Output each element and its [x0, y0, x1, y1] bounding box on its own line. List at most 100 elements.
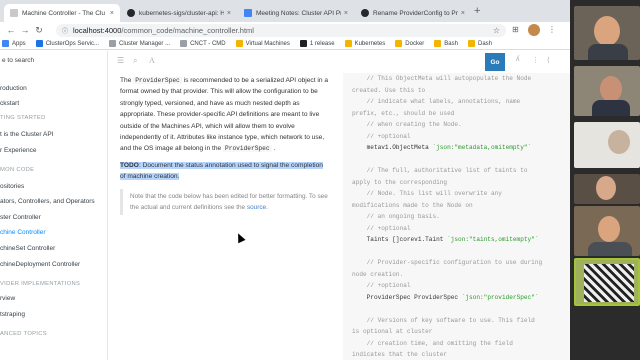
code-comment: // an ongoing basis.	[352, 213, 440, 220]
code-line: node creation.	[352, 269, 570, 281]
bookmark-item[interactable]: Cluster Manager ...	[109, 40, 170, 47]
search-input[interactable]: e to search	[0, 57, 108, 71]
video-tile-2[interactable]	[574, 66, 640, 116]
reload-icon[interactable]: ↻	[32, 22, 46, 38]
code-line: // Versions of key software to use. This…	[352, 315, 570, 327]
twitter-icon[interactable]: ʎ	[516, 56, 520, 63]
sidebar-item[interactable]: r Experience	[0, 147, 108, 154]
plus-icon[interactable]: +	[474, 6, 480, 17]
sidebar-item[interactable]: tstraping	[0, 311, 108, 318]
participant-face	[598, 216, 620, 242]
menu-icon[interactable]: ☰	[117, 56, 124, 65]
kebab-menu-icon[interactable]: ⋮	[548, 22, 556, 38]
bookmark-label: Kubernetes	[354, 40, 386, 47]
video-tile-1[interactable]	[574, 6, 640, 60]
code-comment: apply to the corresponding	[352, 178, 448, 186]
bookmark-item[interactable]: Virtual Machines	[235, 40, 290, 47]
code-struct-tag: `json:"providerSpec"`	[461, 293, 539, 301]
star-icon[interactable]: ☆	[493, 26, 500, 35]
bookmark-icon	[235, 40, 243, 47]
code-field: metav1.ObjectMeta	[352, 144, 433, 151]
bookmark-label: CNCT - CMD	[190, 40, 226, 47]
tab-github-cluster-api[interactable]: kubernetes-sigs/cluster-api: H ×	[121, 4, 237, 22]
text: .	[266, 204, 268, 212]
sidebar-item[interactable]: chineDeployment Controller	[0, 261, 108, 268]
code-comment: // when creating the Node.	[352, 121, 462, 128]
video-tile-5[interactable]	[574, 206, 640, 256]
shared-image	[584, 264, 634, 302]
share-icon[interactable]: ⟨	[547, 56, 550, 64]
code-comment: node creation.	[352, 270, 404, 278]
sidebar-item[interactable]: ators, Controllers, and Operators	[0, 198, 108, 205]
close-tab-icon[interactable]: ×	[110, 10, 114, 17]
sidebar-item[interactable]: roduction	[0, 85, 108, 92]
info-icon[interactable]: ⓘ	[62, 26, 68, 35]
sidebar-item[interactable]: chineSet Controller	[0, 245, 108, 252]
bookmark-label: 1 release	[309, 40, 335, 47]
bookmark-item[interactable]: Dash	[467, 40, 492, 47]
code-line: // creation time, and omitting the field	[352, 338, 570, 350]
bookmark-item[interactable]: Apps	[2, 40, 26, 47]
code-comment: // +optional	[352, 282, 411, 289]
extension-icon[interactable]: ⊞	[512, 22, 519, 38]
close-tab-icon[interactable]: ×	[461, 10, 465, 17]
close-tab-icon[interactable]: ×	[227, 10, 231, 17]
bookmark-item[interactable]: 1 release	[299, 40, 335, 47]
url-host: localhost:4000	[73, 26, 122, 35]
video-tile-6[interactable]	[574, 258, 640, 306]
tab-meeting-notes[interactable]: Meeting Notes: Cluster API Pr ×	[238, 4, 354, 22]
video-tile-3[interactable]	[574, 122, 640, 168]
video-tile-4[interactable]	[574, 174, 640, 204]
browser-window: Machine Controller - The Clu × kubernete…	[0, 0, 570, 360]
code-line: ProviderSpec ProviderSpec `json:"provide…	[352, 292, 570, 304]
bookmark-label: Cluster Manager ...	[119, 40, 171, 47]
inline-code: ProviderSpec	[223, 145, 272, 153]
go-button[interactable]: Go	[485, 53, 505, 71]
tab-rename-providerconfig[interactable]: Rename ProviderConfig to Pro ×	[355, 4, 471, 22]
sidebar-item[interactable]: ositories	[0, 183, 108, 190]
bookmark-item[interactable]: CNCT - CMD	[180, 40, 226, 47]
sidebar-item[interactable]: chine Controller	[0, 229, 108, 236]
code-line: // This ObjectMeta will autopopulate the…	[352, 73, 570, 85]
code-struct-tag: `json:"taints,omitempty"`	[447, 236, 539, 243]
code-comment: created. Use this to	[352, 86, 426, 94]
more-icon[interactable]: ⋮	[532, 56, 539, 64]
bookmark-label: Virtual Machines	[245, 40, 290, 47]
sidebar-item[interactable]: rview	[0, 295, 108, 302]
participant-body	[588, 242, 632, 256]
code-line: // Provider-specific configuration to us…	[352, 257, 570, 269]
code-comment: is optional at cluster	[352, 328, 433, 335]
bookmark-label: Docker	[405, 40, 425, 47]
forward-arrow-icon[interactable]: →	[18, 22, 32, 38]
bookmark-item[interactable]: ClusterOps Servic...	[35, 40, 99, 47]
sidebar-item[interactable]: ckstart	[0, 100, 108, 107]
tab-machine-controller[interactable]: Machine Controller - The Clu ×	[4, 4, 120, 22]
sidebar-item[interactable]: ster Controller	[0, 214, 108, 221]
sidebar-item[interactable]: t is the Cluster API	[0, 131, 108, 138]
source-link[interactable]: source	[247, 204, 266, 211]
code-line: // +optional	[352, 280, 570, 292]
code-comment: // +optional	[352, 224, 411, 232]
code-line: modifications made to the Node on	[352, 200, 570, 212]
bookmark-item[interactable]: Kubernetes	[344, 40, 386, 47]
bookmark-icon	[35, 40, 43, 47]
font-settings-icon[interactable]: A	[149, 56, 155, 65]
address-bar[interactable]: ⓘ localhost:4000/common_code/machine_con…	[56, 24, 506, 37]
code-comment: // Provider-specific configuration to us…	[352, 259, 543, 266]
tab-title: Machine Controller - The Clu	[22, 9, 105, 17]
back-arrow-icon[interactable]: ←	[4, 22, 18, 38]
sidebar-section-heading: ANCED TOPICS	[0, 331, 47, 337]
bookmark-label: Apps	[12, 40, 26, 47]
code-line: apply to the corresponding	[352, 177, 570, 189]
code-block: // This ObjectMeta will autopopulate the…	[343, 73, 570, 360]
bookmarks-bar: Apps ClusterOps Servic... Cluster Manager …	[0, 38, 570, 50]
search-icon[interactable]: ⌕	[133, 56, 137, 66]
close-tab-icon[interactable]: ×	[344, 10, 348, 17]
avatar[interactable]	[528, 24, 540, 36]
bookmark-item[interactable]: Bash	[434, 40, 458, 47]
code-line: metav1.ObjectMeta `json:"metadata,omitem…	[352, 142, 570, 154]
code-line: // an ongoing basis.	[352, 211, 570, 223]
bookmark-item[interactable]: Docker	[395, 40, 424, 47]
